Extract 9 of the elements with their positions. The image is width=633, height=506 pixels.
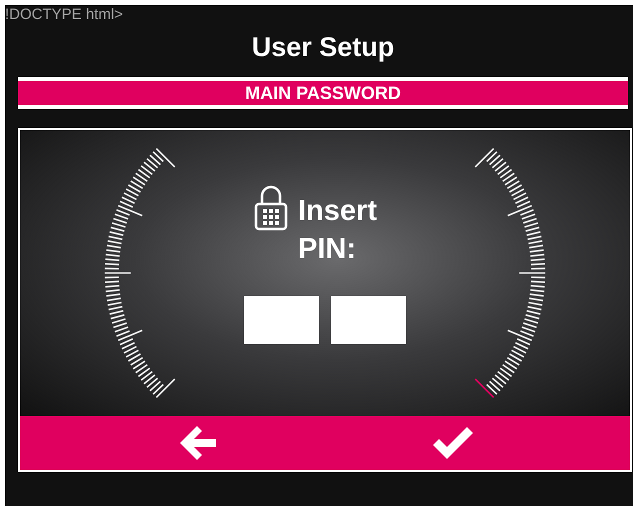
keypad-lock-icon <box>252 184 290 232</box>
doctype-text: !DOCTYPE html> <box>5 7 123 23</box>
pin-input-field[interactable] <box>244 296 319 344</box>
section-banner: MAIN PASSWORD <box>18 77 628 109</box>
left-arrow-icon <box>178 426 218 460</box>
checkmark-icon <box>432 427 472 459</box>
pin-prompt: Insert PIN: <box>298 194 378 267</box>
pin-input-field[interactable] <box>331 296 406 344</box>
screen-title: User Setup <box>250 31 396 63</box>
